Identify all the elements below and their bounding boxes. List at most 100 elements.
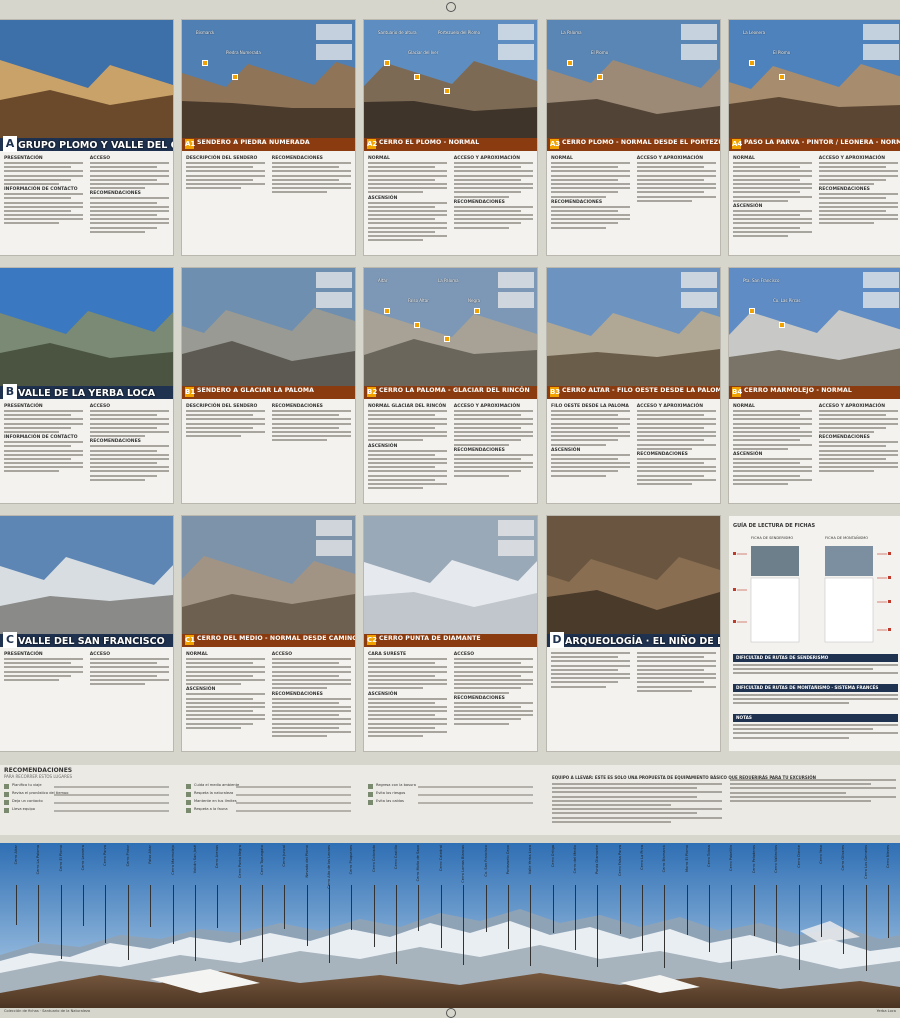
stats-box: [498, 44, 534, 60]
subheading: ASCENSIÓN: [368, 443, 398, 449]
panorama-leader-line: [597, 885, 598, 967]
recommendations-legend: RECOMENDACIONES PARA RECORRER ESTOS LUGA…: [0, 765, 900, 835]
route-title: CERRO MARMOLEJO - NORMAL: [744, 387, 852, 394]
legend-text: [418, 802, 533, 804]
stats-box: [863, 292, 899, 308]
peak-label: Falso Altar: [408, 298, 429, 303]
subheading: ACCESO Y APROXIMACIÓN: [636, 404, 704, 409]
legend-label: Evita los riesgos: [376, 791, 406, 795]
route-number: A3: [550, 139, 561, 149]
panorama-peak-label: Punta Diamante: [595, 845, 600, 874]
legend-label: Cuida el medio ambiente: [194, 783, 240, 787]
subheading: PRESENTACIÓN: [4, 156, 43, 161]
route-number: C2: [367, 635, 378, 645]
legend-text: [418, 786, 533, 788]
panorama-leader-line: [239, 885, 241, 945]
subheading: INFORMACIÓN DE CONTACTO: [4, 187, 78, 193]
panorama-leader-line: [753, 885, 755, 936]
guide-text-1: [733, 664, 898, 677]
panorama-leader-line: [194, 885, 196, 961]
subheading: ACCESO Y APROXIMACIÓN: [453, 156, 521, 161]
card-c2: CERRO PUNTA DE DIAMANTE C2 CARA SURESTE ASC…: [364, 516, 537, 751]
card-body: FILO OESTE DESDE LA PALOMA ASCENSIÓN ACCES…: [551, 403, 716, 499]
subheading: ACCESO: [271, 652, 293, 657]
route-title: SENDERO A GLACIAR LA PALOMA: [197, 387, 314, 394]
panorama-peak-label: Cerro Alto de los Leones: [327, 845, 332, 889]
card-c: C VALLE DEL SAN FRANCISCO PRESENTACIÓN ACCE…: [0, 516, 173, 751]
peak-label: Bismarck: [196, 30, 215, 35]
card-body: PRESENTACIÓN INFORMACIÓN DE CONTACTO ACCES…: [4, 155, 169, 251]
card-body: DESCRIPCIÓN DEL SENDERO RECOMENDACIONES: [186, 155, 351, 251]
stats-box: [681, 272, 717, 288]
card-photo: [0, 516, 173, 636]
map-sheet: AGRUPO PLOMO Y VALLE DEL CEPO PRESENTACIÓ…: [0, 0, 900, 1018]
recommendation-icon: [186, 784, 191, 789]
panorama-peak-label: Cerro Tolosa: [707, 845, 712, 867]
recommendation-icon: [368, 784, 373, 789]
subheading: PRESENTACIÓN: [4, 652, 43, 657]
subheading: ASCENSIÓN: [368, 195, 398, 201]
peak-label: El Plomo: [773, 50, 791, 55]
peak-label: Negra: [468, 298, 481, 303]
stats-box: [316, 520, 352, 536]
card-body: NORMAL ASCENSIÓN ACCESO Y APROXIMACIÓN RECO…: [733, 403, 898, 499]
panorama-leader-line: [83, 885, 84, 926]
panorama-peak-label: Cerro Leonera: [81, 845, 86, 871]
panorama-peak-label: Cerro Punta Negra: [237, 845, 242, 879]
panorama-leader-line: [329, 885, 330, 963]
guide-col-mountaineering: FICHA DE MONTAÑISMO: [825, 536, 869, 540]
waypoint-marker: [779, 322, 785, 328]
stats-box: [316, 272, 352, 288]
legend-text: [236, 802, 351, 804]
panorama-leader-line: [284, 885, 285, 929]
panorama-peak-label: Cerro Vallecitos: [774, 845, 779, 873]
stats-box: [681, 24, 717, 40]
section-letter: A: [3, 136, 17, 152]
subheading: ACCESO Y APROXIMACIÓN: [453, 404, 521, 409]
panorama-leader-line: [664, 885, 665, 968]
route-number: B2: [367, 387, 378, 397]
card-title-bar: CERRO LA PALOMA - GLACIAR DEL RINCÓN: [364, 386, 537, 399]
waypoint-marker: [414, 322, 420, 328]
legend-text: [54, 794, 169, 796]
subheading: RECOMENDACIONES: [453, 447, 505, 453]
panorama-peak-label: Falso Altar: [148, 845, 153, 864]
legend-text: [54, 786, 169, 788]
subheading: ACCESO Y APROXIMACIÓN: [818, 404, 886, 409]
waypoint-marker: [384, 60, 390, 66]
peak-label: Santuario de altura: [378, 30, 417, 35]
card-title-bar: PASO LA PARVA - PINTOR / LEONERA - NORMA…: [729, 138, 900, 151]
subheading: NORMAL: [733, 156, 755, 161]
subheading: ASCENSIÓN: [733, 451, 763, 457]
stats-box: [498, 540, 534, 556]
guide-text-2: [733, 694, 898, 707]
panorama-peak-label: Cerro Moño de Sapo: [416, 845, 421, 882]
subheading: ACCESO: [89, 156, 111, 161]
stats-box: [498, 272, 534, 288]
card-photo: [0, 268, 173, 388]
panorama-peak-label: Cerro El Plomo: [58, 845, 63, 872]
card-body: NORMAL RECOMENDACIONES ACCESO Y APROXIMACI…: [551, 155, 716, 251]
waypoint-marker: [597, 74, 603, 80]
recommendation-icon: [368, 792, 373, 797]
footer-left: Colección de fichas · Santuario de la Na…: [4, 1009, 91, 1013]
stats-box: [863, 44, 899, 60]
guide-diagram: [733, 546, 891, 643]
legend-label: Evita las caídas: [376, 799, 404, 803]
card-body: NORMAL GLACIAR DEL RINCÓN ASCENSIÓN ACCESO…: [368, 403, 533, 499]
panorama-leader-line: [642, 885, 643, 951]
card-body: PRESENTACIÓN ACCESO: [4, 651, 169, 747]
subheading: NORMAL: [186, 652, 208, 657]
waypoint-marker: [474, 308, 480, 314]
route-number: A1: [185, 139, 196, 149]
legend-text: [236, 786, 351, 788]
subheading: ASCENSIÓN: [551, 447, 581, 453]
panorama-leader-line: [776, 885, 777, 953]
waypoint-marker: [567, 60, 573, 66]
card-b1: SENDERO A GLACIAR LA PALOMA B1 DESCRIPCIÓN…: [182, 268, 355, 503]
panorama-peak-label: Cerro del Medio: [572, 845, 577, 874]
section-letter: C: [3, 632, 17, 648]
panorama-peak-label: Cerro Piuquenes: [349, 845, 354, 875]
peak-label: La Paloma: [438, 278, 459, 283]
card-a3: CERRO PLOMO - NORMAL DESDE EL PORTEZUELO…: [547, 20, 720, 255]
